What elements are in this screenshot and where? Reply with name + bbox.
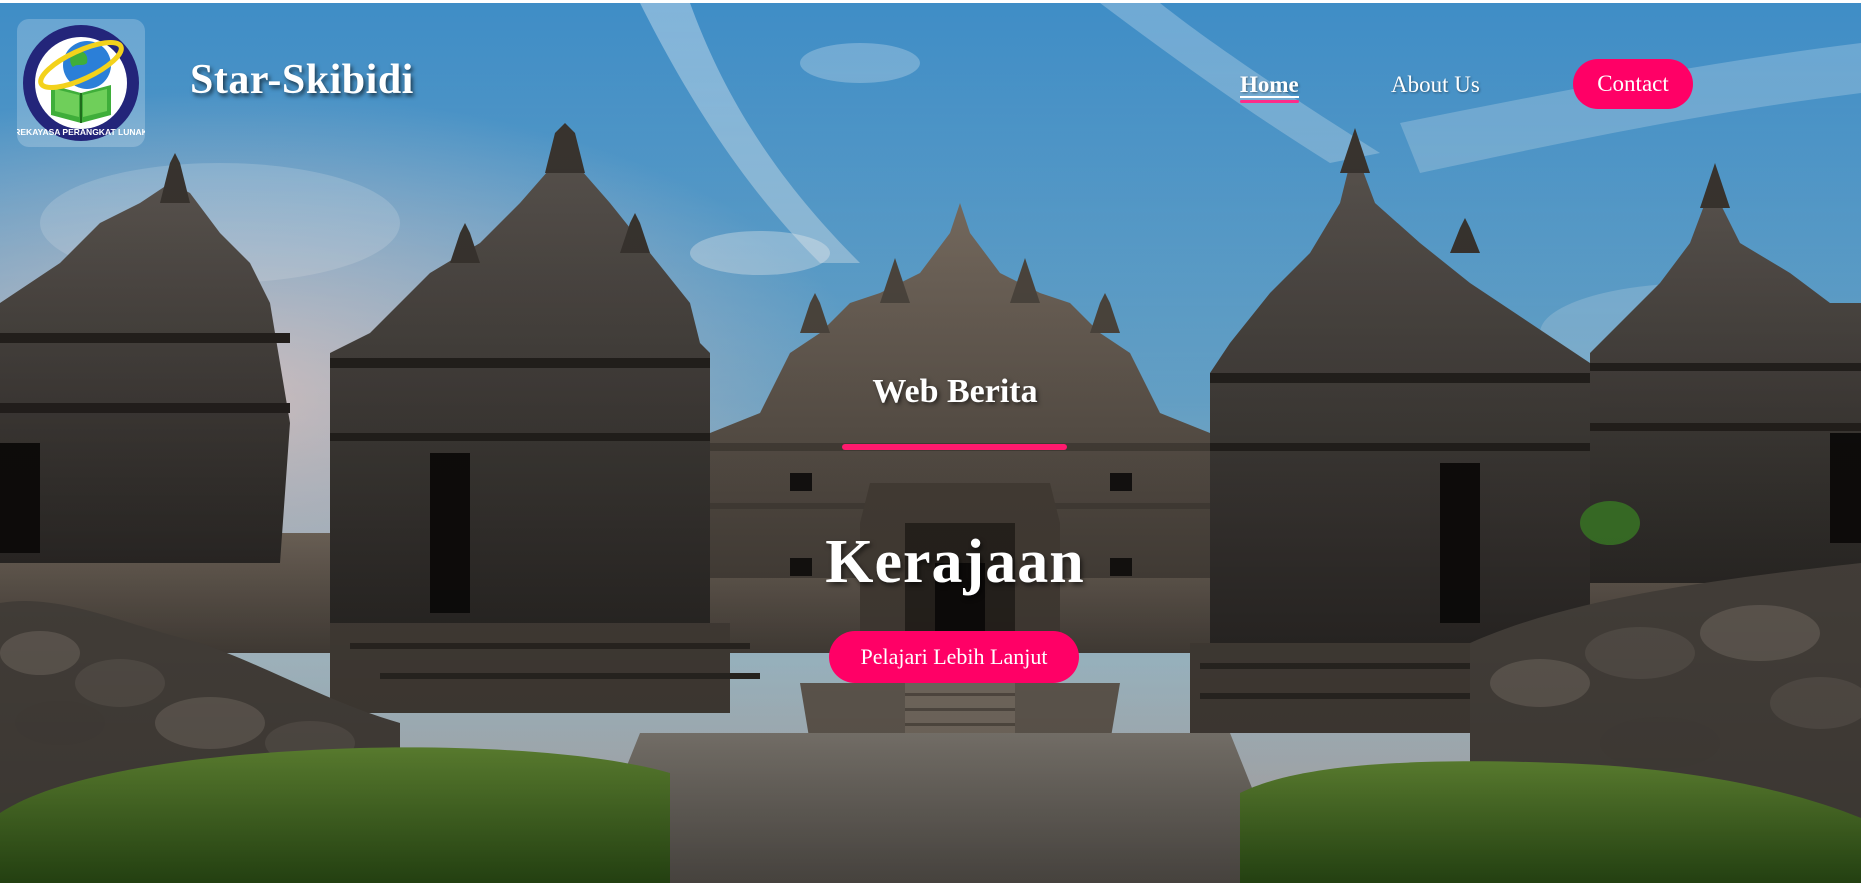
globe-book-icon: REKAYASA PERANGKAT LUNAK: [17, 25, 145, 141]
nav-link-home-label: Home: [1240, 72, 1299, 97]
hero-subtitle: Web Berita: [872, 373, 1038, 410]
nav-home-text-underline: [1240, 96, 1299, 98]
nav-link-about-us[interactable]: About Us: [1391, 73, 1480, 96]
hero-divider: [842, 444, 1067, 450]
nav-active-indicator: [1240, 100, 1299, 103]
hero-headline: Kerajaan: [825, 528, 1085, 596]
brand-name[interactable]: Star-Skibidi: [190, 59, 414, 101]
logo-text: REKAYASA PERANGKAT LUNAK: [17, 127, 145, 137]
hero-section: REKAYASA PERANGKAT LUNAK Star-Skibidi Ho…: [0, 3, 1861, 883]
learn-more-button[interactable]: Pelajari Lebih Lanjut: [829, 631, 1079, 683]
nav-link-about-label: About Us: [1391, 72, 1480, 97]
contact-button[interactable]: Contact: [1573, 59, 1693, 109]
navbar: REKAYASA PERANGKAT LUNAK Star-Skibidi Ho…: [0, 3, 1861, 153]
logo[interactable]: REKAYASA PERANGKAT LUNAK: [17, 19, 145, 147]
nav-link-home[interactable]: Home: [1240, 72, 1299, 103]
